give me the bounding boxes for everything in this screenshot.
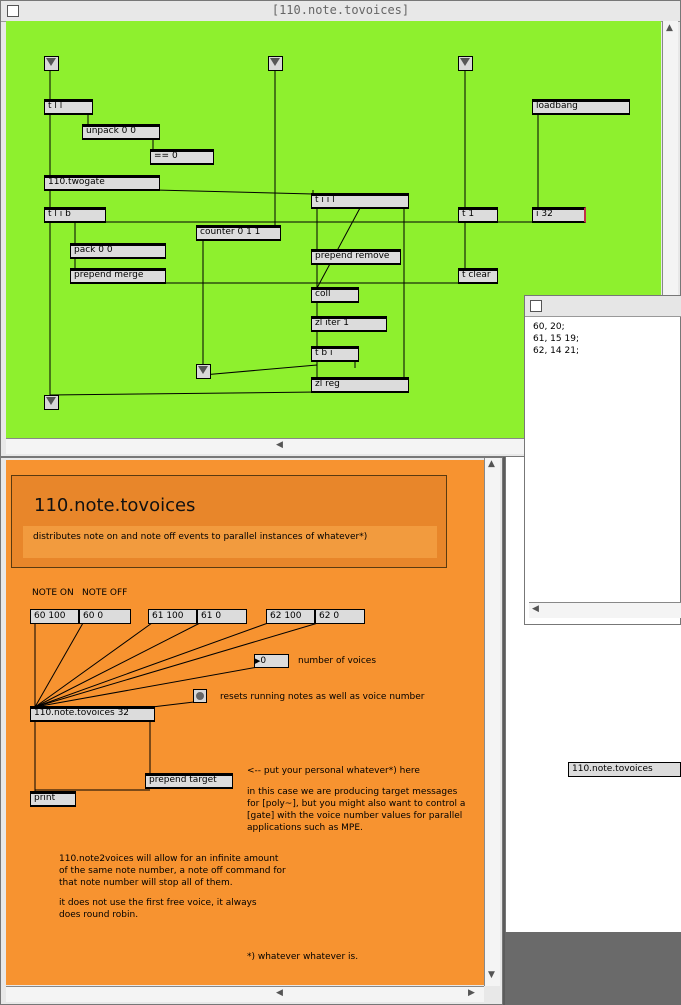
para3-line-2: does round robin. [59,910,139,920]
number-value: 0 [260,656,267,666]
object-prepend-target[interactable]: prepend target [145,773,233,789]
para1-line-4: applications such as MPE. [247,823,363,833]
para1-line-2: for [poly~], but you might also want to … [247,799,466,809]
bang-circle-icon [196,692,204,700]
message-60-100[interactable]: 60 100 [30,609,79,624]
message-60-0[interactable]: 60 0 [79,609,131,624]
reset-bang-button[interactable] [193,689,207,703]
object-print[interactable]: print [30,791,76,807]
para2-line-1: 110.note2voices will allow for an infini… [59,854,279,864]
footnote: *) whatever whatever is. [247,952,359,962]
put-here-label: <-- put your personal whatever*) here [247,766,420,776]
para1-line-3: [gate] with the voice number values for … [247,811,463,821]
para3-line-1: it does not use the first free voice, it… [59,898,257,908]
message-62-100[interactable]: 62 100 [266,609,315,624]
message-61-0[interactable]: 61 0 [197,609,247,624]
main-object-note-tovoices[interactable]: 110.note.tovoices 32 [30,706,155,722]
number-of-voices-label: number of voices [298,656,377,666]
para1-line-1: in this case we are producing target mes… [247,787,458,797]
para2-line-2: of the same note number, a note off comm… [59,866,286,876]
number-of-voices-box[interactable]: ▶0 [254,654,289,668]
message-62-0[interactable]: 62 0 [315,609,365,624]
message-61-100[interactable]: 61 100 [148,609,197,624]
reset-label: resets running notes as well as voice nu… [220,692,425,702]
para2-line-3: that note number will stop all of them. [59,878,233,888]
